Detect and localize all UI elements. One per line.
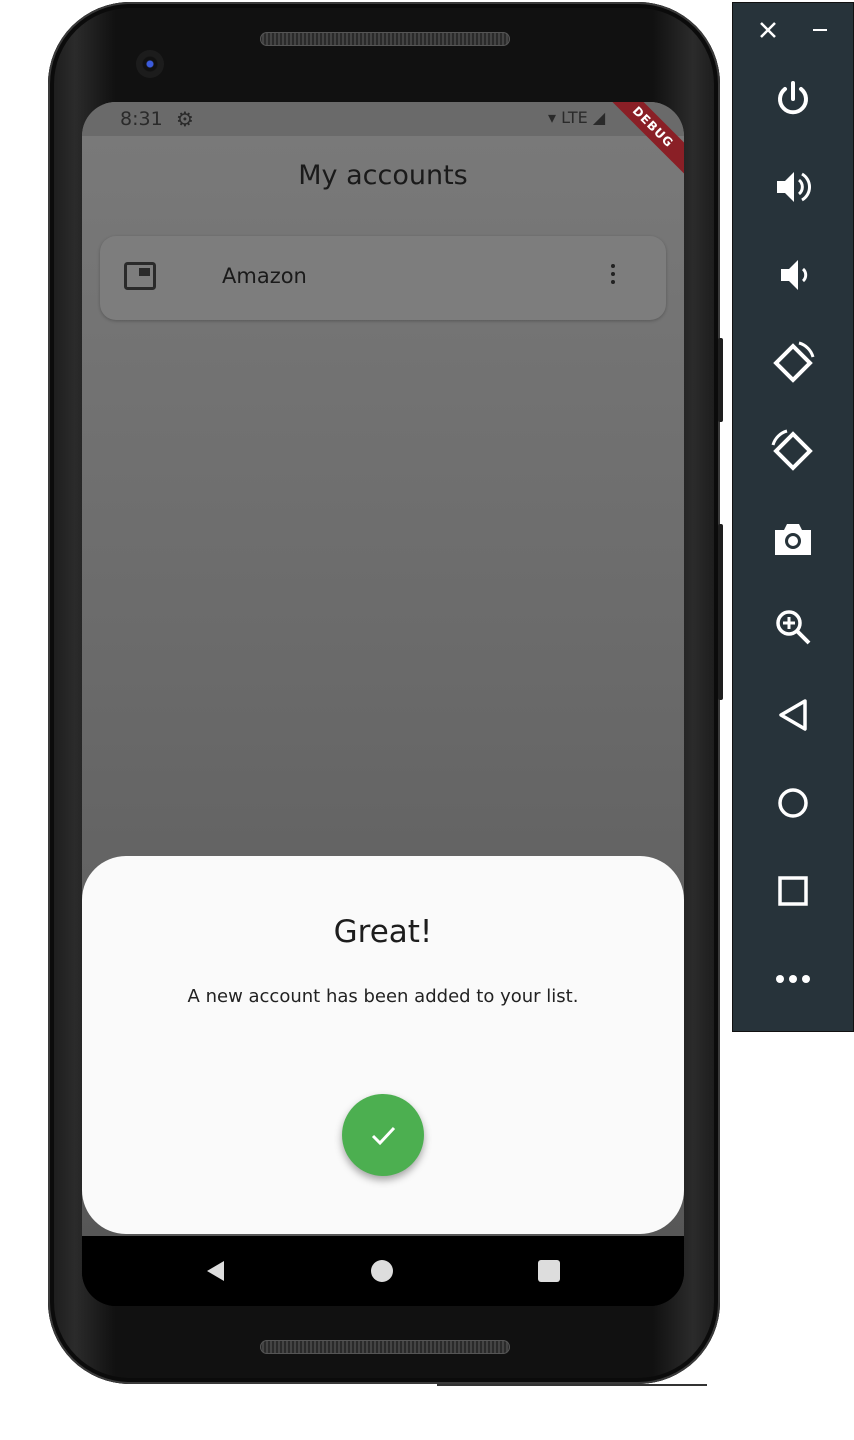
recents-icon[interactable] bbox=[538, 1260, 560, 1282]
rotate-right-button[interactable] bbox=[763, 421, 823, 481]
confirm-button[interactable] bbox=[342, 1094, 424, 1176]
volume-down-icon bbox=[781, 260, 808, 290]
shadow-line bbox=[437, 1384, 707, 1386]
home-icon[interactable] bbox=[371, 1260, 393, 1282]
volume-down-button[interactable] bbox=[763, 245, 823, 305]
top-speaker bbox=[260, 32, 510, 46]
overview-icon bbox=[778, 876, 808, 906]
more-options-icon[interactable] bbox=[604, 260, 622, 296]
home-icon bbox=[778, 788, 808, 818]
settings-gear-icon: ⚙ bbox=[176, 107, 194, 131]
zoom-button[interactable] bbox=[763, 597, 823, 657]
back-icon[interactable] bbox=[204, 1259, 228, 1283]
dialog-message: A new account has been added to your lis… bbox=[187, 986, 579, 1007]
front-camera bbox=[136, 50, 164, 78]
zoom-icon bbox=[776, 610, 811, 645]
rotate-left-button[interactable] bbox=[763, 333, 823, 393]
emulator-toolbar bbox=[732, 2, 854, 1032]
signal-icon: ◢ bbox=[592, 108, 606, 127]
more-icon bbox=[776, 975, 810, 983]
status-time: 8:31 bbox=[120, 108, 163, 130]
phone-screen: 8:31 ⚙ ▾ LTE ◢ DEBUG My accounts Amazon … bbox=[82, 102, 684, 1306]
volume-up-button[interactable] bbox=[763, 157, 823, 217]
power-button[interactable] bbox=[763, 69, 823, 129]
camera-icon bbox=[775, 524, 811, 555]
rotate-left-icon bbox=[773, 341, 815, 383]
close-icon[interactable] bbox=[757, 19, 779, 41]
success-dialog: Great! A new account has been added to y… bbox=[82, 856, 684, 1234]
bottom-speaker bbox=[260, 1340, 510, 1354]
phone-power-button bbox=[718, 338, 723, 422]
account-list-item[interactable]: Amazon bbox=[100, 236, 666, 320]
network-type: LTE bbox=[561, 108, 588, 127]
app-background: 8:31 ⚙ ▾ LTE ◢ DEBUG My accounts Amazon … bbox=[82, 102, 684, 1236]
volume-up-icon bbox=[777, 172, 812, 202]
system-nav-bar bbox=[82, 1236, 684, 1306]
back-icon bbox=[779, 699, 807, 731]
more-button[interactable] bbox=[763, 949, 823, 1009]
emulator-home-button[interactable] bbox=[763, 773, 823, 833]
rotate-right-icon bbox=[771, 429, 813, 471]
phone-volume-button bbox=[718, 524, 723, 700]
check-icon bbox=[371, 1126, 396, 1146]
status-bar: 8:31 ⚙ ▾ LTE ◢ DEBUG bbox=[82, 102, 684, 181]
page-title: My accounts bbox=[298, 160, 468, 191]
power-icon bbox=[778, 81, 808, 115]
account-label: Amazon bbox=[222, 264, 307, 288]
emulator-back-button[interactable] bbox=[763, 685, 823, 745]
screenshot-button[interactable] bbox=[763, 509, 823, 569]
emulator-overview-button[interactable] bbox=[763, 861, 823, 921]
dialog-title: Great! bbox=[333, 914, 433, 950]
wifi-off-icon: ▾ bbox=[548, 108, 557, 127]
network-status: ▾ LTE ◢ bbox=[548, 108, 605, 127]
minimize-icon[interactable] bbox=[809, 19, 831, 41]
picture-in-picture-icon bbox=[124, 262, 156, 290]
